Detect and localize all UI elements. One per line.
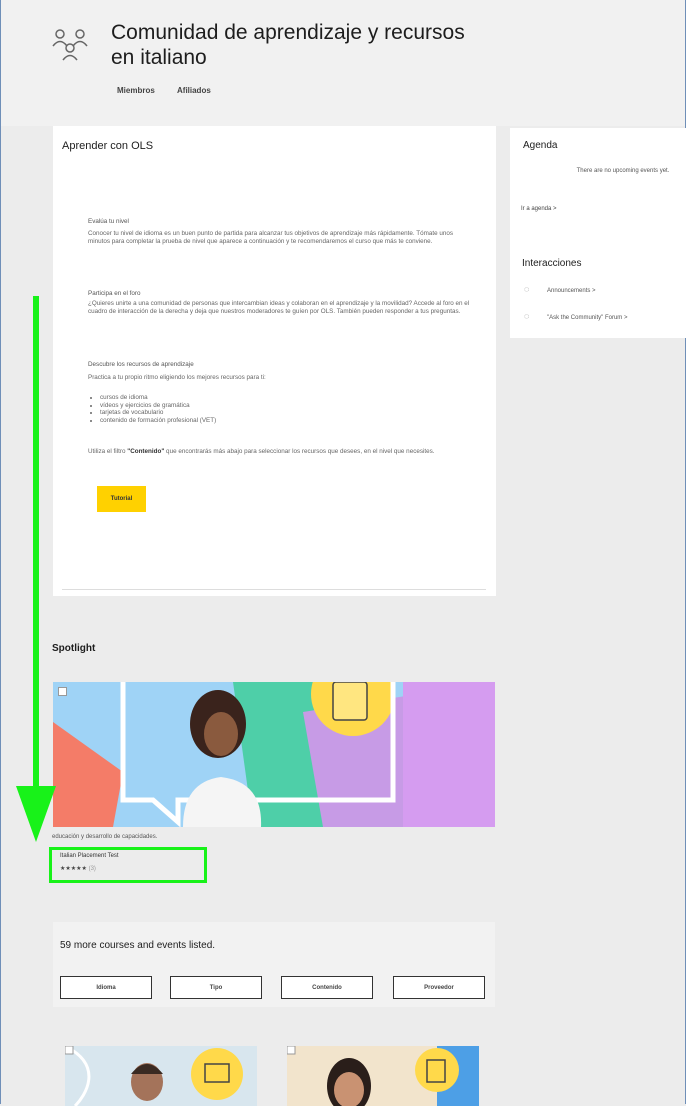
filter-hint-post: que encontrarás más abajo para seleccion… [164,448,435,455]
spotlight-banner-image[interactable] [53,682,495,827]
list-item: contenido de formación profesional (VET) [100,417,216,425]
chevron-right-icon: > [553,206,557,212]
community-header: Comunidad de aprendizaje y recursos en i… [1,0,685,126]
course-card-image[interactable] [65,1046,257,1106]
interactions-title: Interacciones [522,258,582,269]
course-thumbnail [65,1046,257,1106]
section-text: ¿Quieres unirte a una comunidad de perso… [88,300,470,315]
section-text: Practica a tu propio ritmo eligiendo los… [88,374,266,381]
agenda-link-label: Ir a agenda [521,206,552,212]
banner-illustration [53,682,495,827]
subnav-affiliates-link[interactable]: Afiliados [177,86,211,95]
more-courses-title: 59 more courses and events listed. [60,940,216,951]
section-heading: Descubre los recursos de aprendizaje [88,361,194,368]
filter-language-button[interactable]: Idioma [60,976,152,999]
filter-hint-pre: Utiliza el filtro [88,448,128,455]
interaction-forum[interactable]: ◌ "Ask the Community" Forum > [524,311,627,321]
filter-provider-button[interactable]: Proveedor [393,976,485,999]
tutorial-button[interactable]: Tutorial [97,486,146,512]
list-item: vídeos y ejercicios de gramática [100,402,216,410]
section-heading: Participa en el foro [88,290,141,297]
list-item: cursos de idioma [100,394,216,402]
section-heading: Evalúa tu nivel [88,218,129,225]
course-card-image[interactable] [287,1046,479,1106]
filter-hint-text: Utiliza el filtro "Contenido" que encont… [88,448,470,456]
highlight-box [49,847,207,883]
page-title: Comunidad de aprendizaje y recursos en i… [111,21,465,69]
community-icon [52,29,88,61]
interaction-label: "Ask the Community" Forum [547,315,623,321]
agenda-title: Agenda [523,140,558,151]
agenda-empty-text: There are no upcoming events yet. [576,168,670,174]
divider [62,589,486,590]
spotlight-description: educación y desarrollo de capacidades. [52,834,158,840]
course-thumbnail [287,1046,479,1106]
sidebar-card [510,128,686,338]
section-text: Conocer tu nivel de idioma es un buen pu… [88,230,453,245]
speech-bubble-icon: ◌ [524,284,530,294]
bookmark-icon[interactable] [58,687,67,696]
filter-content-button[interactable]: Contenido [281,976,373,999]
learn-card-title: Aprender con OLS [62,140,154,152]
agenda-link[interactable]: Ir a agenda > [521,206,557,212]
resource-list: cursos de idioma vídeos y ejercicios de … [80,394,216,424]
list-item: tarjetas de vocabulario [100,409,216,417]
filter-hint-keyword: "Contenido" [127,448,165,455]
filter-type-button[interactable]: Tipo [170,976,262,999]
annotation-arrow-icon [16,296,56,842]
spotlight-title: Spotlight [52,643,96,654]
subnav-members-link[interactable]: Miembros [117,86,155,95]
interaction-label: Announcements [547,288,591,294]
interaction-announcements[interactable]: ◌ Announcements > [524,284,596,294]
speech-bubble-icon: ◌ [524,311,530,321]
